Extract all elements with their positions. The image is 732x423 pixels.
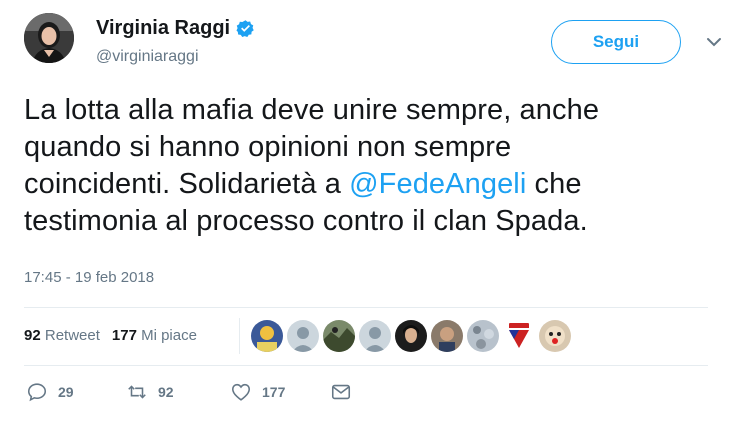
divider [24,307,708,308]
tweet-actions: 29 92 177 [26,381,352,403]
tweet-text-line: La lotta alla mafia deve unire sempre, a… [24,92,714,129]
reply-count: 29 [58,384,74,400]
tweet-text-segment: testimonia al processo contro il clan Sp… [24,205,588,237]
retweet-count: 92 [158,384,174,400]
like-stat-label: Mi piace [136,327,197,344]
heart-icon [231,383,251,401]
tweet-text-line: testimonia al processo contro il clan Sp… [24,203,714,240]
like-stat-count: 177 [111,327,137,344]
retweet-icon [128,385,146,399]
tweet-timestamp[interactable]: 17:45 - 19 feb 2018 [24,269,154,286]
liker-avatar[interactable] [539,320,571,352]
like-button[interactable]: 177 [230,381,330,403]
tweet-stats: 92 Retweet 177 Mi piace [24,327,209,344]
liker-avatar[interactable] [467,320,499,352]
tweet-text: La lotta alla mafia deve unire sempre, a… [24,92,714,240]
likers-avatars [251,320,575,352]
envelope-icon [331,384,351,400]
liker-avatar[interactable] [323,320,355,352]
verified-badge-icon [236,20,254,38]
liker-avatar[interactable] [503,320,535,352]
chevron-down-icon[interactable] [706,36,722,48]
reply-icon [27,383,47,402]
reply-button[interactable]: 29 [26,381,126,403]
retweet-stat[interactable]: 92 Retweet [24,327,100,344]
stats-separator [239,318,240,354]
user-name-row: Virginia Raggi [96,17,255,40]
tweet-text-line: quando si hanno opinioni non sempre [24,129,714,166]
default-avatar-icon[interactable] [287,320,319,352]
tweet-text-segment: coincidenti. Solidarietà a [24,168,350,200]
tweet-text-segment: La lotta alla mafia deve unire sempre, a… [24,94,600,126]
tweet-text-segment: che [526,168,582,200]
liker-avatar[interactable] [395,320,427,352]
liker-avatar[interactable] [251,320,283,352]
like-count: 177 [262,384,286,400]
mention-link[interactable]: @FedeAngeli [349,168,526,200]
follow-button[interactable]: Segui [551,20,681,64]
tweet-card: Virginia Raggi @virginiaraggi Segui La l… [0,0,732,423]
user-avatar[interactable] [24,13,74,63]
direct-message-button[interactable] [330,381,352,403]
tweet-text-line: coincidenti. Solidarietà a @FedeAngeli c… [24,166,714,203]
retweet-button[interactable]: 92 [126,381,230,403]
like-stat[interactable]: 177 Mi piace [112,327,197,344]
liker-avatar[interactable] [431,320,463,352]
user-name[interactable]: Virginia Raggi [96,17,230,40]
tweet-text-segment: quando si hanno opinioni non sempre [24,131,512,163]
retweet-stat-count: 92 [24,327,41,344]
user-handle[interactable]: @virginiaraggi [96,48,199,66]
retweet-stat-label: Retweet [40,327,100,344]
divider [24,365,708,366]
default-avatar-icon[interactable] [359,320,391,352]
